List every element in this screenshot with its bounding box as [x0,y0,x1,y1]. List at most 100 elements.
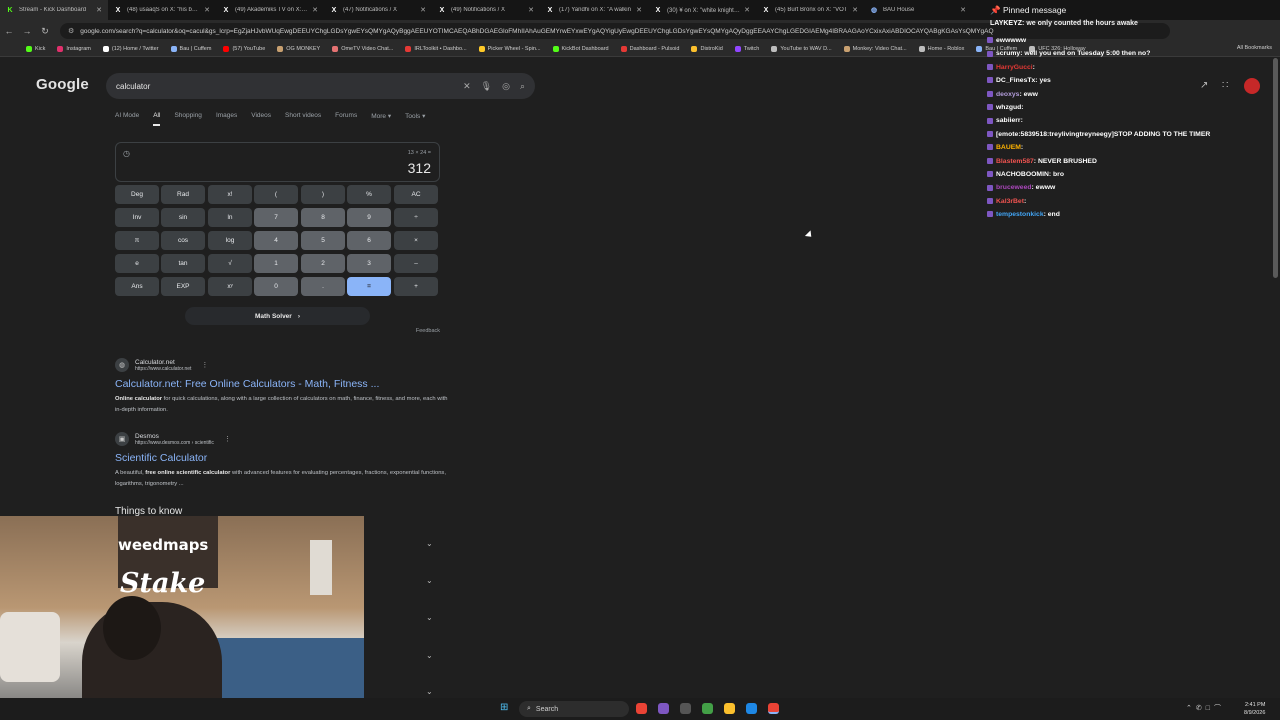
search-tab[interactable]: All [153,112,161,126]
bookmark-item[interactable]: (12) Home / Twitter [102,46,159,52]
bookmark-item[interactable]: Instagram [57,46,91,52]
calculator-key[interactable]: 8 [301,208,345,227]
browser-tab[interactable]: X (45) Burt Bronx on X: "VOT ✕ [756,0,864,20]
result-title-link[interactable]: Scientific Calculator [115,452,455,464]
calculator-key[interactable]: 1 [254,254,298,273]
calculator-key[interactable]: 6 [347,231,391,250]
calculator-key[interactable]: tan [161,254,205,273]
browser-tab[interactable]: X (48) usaaqS on X: "his burn ✕ [108,0,216,20]
close-tab-icon[interactable]: ✕ [528,6,534,14]
chevron-down-icon[interactable]: ⌄ [426,687,433,696]
close-tab-icon[interactable]: ✕ [96,6,102,14]
bookmark-item[interactable]: Home - Roblox [918,46,964,52]
search-tab[interactable]: Forums [335,112,357,126]
close-tab-icon[interactable]: ✕ [744,6,750,14]
more-options-icon[interactable]: ⋮ [201,361,208,369]
calculator-key[interactable]: EXP [161,277,205,296]
browser-tab[interactable]: X (30) ¥ on X: "white knight  ✕ [648,0,756,20]
feedback-link[interactable]: Feedback [416,328,440,334]
discord-icon[interactable] [658,703,669,714]
search-input[interactable]: calculator [116,82,453,91]
calculator-key[interactable]: ( [254,185,298,204]
result-site[interactable]: ▣ Desmos https://www.desmos.com › scient… [115,432,455,446]
taskbar-clock[interactable]: 2:41 PM 8/9/2026 [1244,701,1265,717]
calculator-key[interactable]: – [394,254,438,273]
history-icon[interactable]: ◷ [123,149,130,158]
search-icon[interactable]: ⌕ [520,81,525,92]
calculator-key[interactable]: π [115,231,159,250]
calculator-key[interactable]: √ [208,254,252,273]
bookmark-item[interactable]: Bau | Cuffem [170,46,211,52]
chat-username[interactable]: scrumy [996,50,1020,57]
search-tab[interactable]: Images [216,112,237,126]
chat-username[interactable]: HarryGucci [996,64,1033,71]
search-tab[interactable]: AI Mode [115,112,139,126]
calculator-key[interactable]: 3 [347,254,391,273]
bookmark-item[interactable]: Picker Wheel - Spin... [478,46,541,52]
page-scrollbar[interactable] [1273,58,1278,278]
site-info-icon[interactable]: ⚙ [68,27,74,35]
close-tab-icon[interactable]: ✕ [852,6,858,14]
calculator-key[interactable]: 0 [254,277,298,296]
calculator-key[interactable]: Inv [115,208,159,227]
close-tab-icon[interactable]: ✕ [960,6,966,14]
calculator-key[interactable]: AC [394,185,438,204]
chat-username[interactable]: Blastem587 [996,158,1034,165]
browser-tab[interactable]: X (49) Akademiks TV on X: "A ✕ [216,0,324,20]
microphone-icon[interactable]: 🎙 [481,81,492,92]
browser-tab[interactable]: X (49) Notifications / X ✕ [432,0,540,20]
search-tab[interactable]: Shopping [174,112,201,126]
bookmark-item[interactable]: Kick [26,46,45,52]
calculator-key[interactable]: ÷ [394,208,438,227]
chat-username[interactable]: bruceweed [996,184,1032,191]
google-logo[interactable]: Google [36,76,89,93]
chevron-down-icon[interactable]: ⌄ [426,651,433,660]
search-tab[interactable]: Videos [251,112,271,126]
calculator-key[interactable]: Rad [161,185,205,204]
calculator-key[interactable]: Deg [115,185,159,204]
calculator-key[interactable]: 2 [301,254,345,273]
chat-username[interactable]: NACHOBOOMIN [996,171,1049,178]
calculator-key[interactable]: 7 [254,208,298,227]
bookmark-item[interactable]: DistroKid [691,46,723,52]
chrome-active-icon[interactable] [768,703,779,714]
browser-tab[interactable]: X (17) Yandhi on X: "A walkin ✕ [540,0,648,20]
app-icon[interactable] [680,703,691,714]
search-box[interactable]: calculator ✕ 🎙 ◎ ⌕ [106,73,535,99]
bookmark-item[interactable]: Dashboard - Pulsoid [620,46,679,52]
chat-username[interactable]: BAUEM [996,144,1021,151]
browser-tab[interactable]: ◍ BAU House ✕ [864,0,972,20]
calculator-key[interactable]: 9 [347,208,391,227]
search-tab[interactable]: Tools ▾ [405,112,425,126]
bookmark-item[interactable]: Monkey: Video Chat... [843,46,907,52]
lens-icon[interactable]: ◎ [502,81,510,92]
close-tab-icon[interactable]: ✕ [312,6,318,14]
calculator-key[interactable]: + [394,277,438,296]
reload-icon[interactable]: ↻ [36,26,54,37]
bookmark-item[interactable]: OG MONKEY [277,46,320,52]
calculator-key[interactable]: ) [301,185,345,204]
chat-username[interactable]: tempestonkick [996,211,1044,218]
bookmark-item[interactable]: Twitch [734,46,759,52]
chrome-icon[interactable] [636,703,647,714]
calculator-key[interactable]: = [347,277,391,296]
system-tray[interactable]: ⌃✆□⌒ [1186,703,1225,713]
result-title-link[interactable]: Calculator.net: Free Online Calculators … [115,378,455,390]
chevron-down-icon[interactable]: ⌄ [426,576,433,585]
steam-icon[interactable] [746,703,757,714]
chat-username[interactable]: DC_FinesTx [996,77,1035,84]
more-options-icon[interactable]: ⋮ [224,435,231,443]
chat-username[interactable]: whzgud [996,104,1021,111]
browser-tab[interactable]: X (47) Notifications / X ✕ [324,0,432,20]
math-solver-button[interactable]: Math Solver › [185,307,370,325]
search-tab[interactable]: More ▾ [371,112,391,126]
clear-icon[interactable]: ✕ [463,81,471,92]
bookmark-item[interactable]: OmeTV Video Chat... [332,46,393,52]
calculator-key[interactable]: 4 [254,231,298,250]
forward-icon[interactable]: → [18,26,36,36]
file-explorer-icon[interactable] [724,703,735,714]
bookmark-item[interactable]: YouTube to WAV D... [771,46,832,52]
bookmark-item[interactable]: IRLToolkit • Dashbo... [405,46,467,52]
calculator-key[interactable]: sin [161,208,205,227]
calculator-key[interactable]: log [208,231,252,250]
